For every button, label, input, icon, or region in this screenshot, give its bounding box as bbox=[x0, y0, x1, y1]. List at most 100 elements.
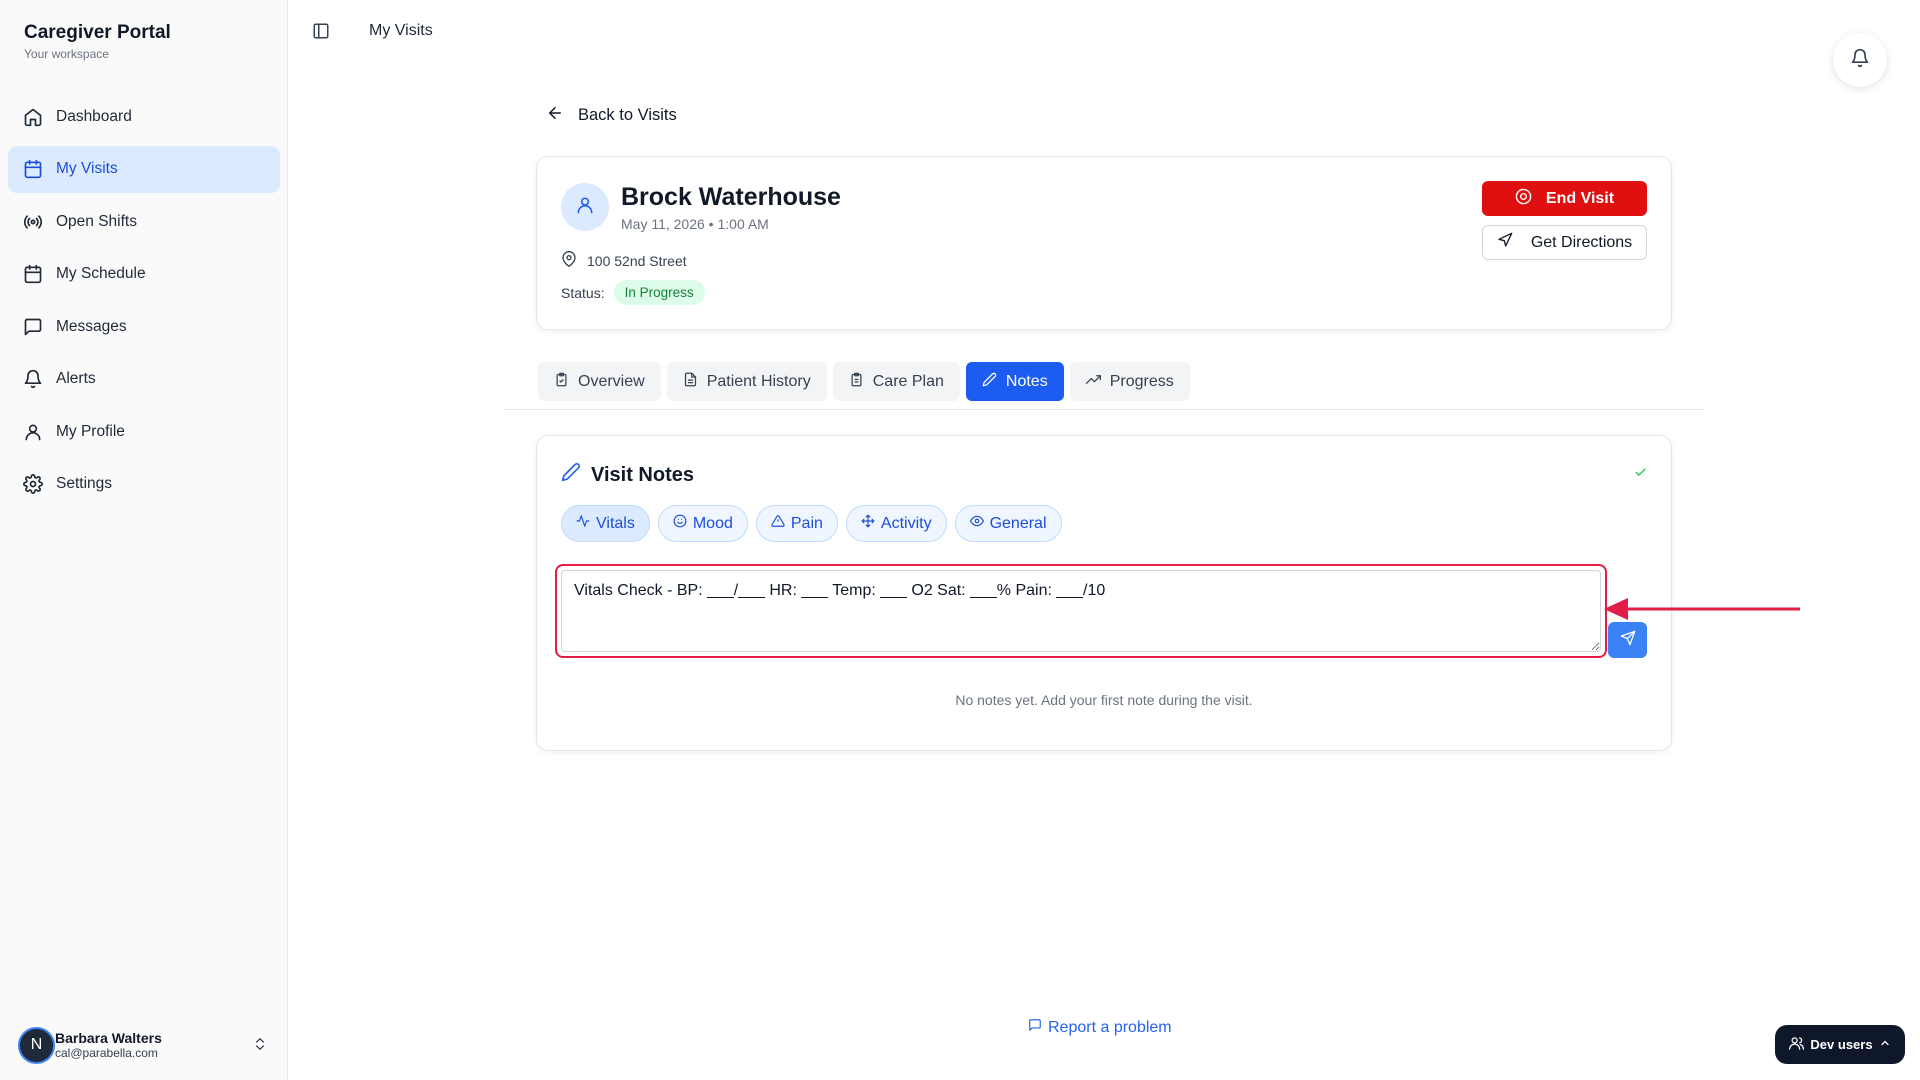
end-visit-label: End Visit bbox=[1545, 189, 1615, 207]
tab-progress[interactable]: Progress bbox=[1069, 362, 1190, 401]
dev-users-label: Dev users bbox=[1810, 1037, 1873, 1052]
status-label: Status: bbox=[561, 284, 605, 301]
send-note-button[interactable] bbox=[1608, 622, 1647, 658]
sidebar-item-settings[interactable]: Settings bbox=[8, 461, 280, 508]
clipboard-list-icon bbox=[849, 372, 873, 392]
user-icon bbox=[22, 421, 44, 443]
trending-up-icon bbox=[1085, 372, 1110, 392]
tab-label: Notes bbox=[1005, 372, 1048, 390]
bell-icon bbox=[22, 368, 44, 390]
visit-tabs-bar: Overview Patient History Care Plan Notes… bbox=[504, 354, 1704, 410]
user-name: Barbara Walters bbox=[55, 1030, 162, 1046]
eye-icon bbox=[969, 514, 990, 533]
sidebar-item-my-schedule[interactable]: My Schedule bbox=[8, 251, 280, 298]
sidebar: Caregiver Portal Your workspace Dashboar… bbox=[0, 0, 288, 1080]
tab-patient-history[interactable]: Patient History bbox=[666, 362, 827, 401]
chevron-up-down-icon bbox=[252, 1035, 268, 1058]
page-title: My Visits bbox=[369, 22, 433, 39]
note-textarea[interactable] bbox=[561, 570, 1601, 652]
pencil-icon bbox=[561, 462, 591, 488]
message-icon bbox=[22, 316, 44, 338]
tab-label: Progress bbox=[1109, 372, 1174, 390]
user-menu[interactable]: N Barbara Walters cal@parabella.com bbox=[18, 1024, 274, 1066]
sidebar-item-label: Alerts bbox=[56, 370, 96, 387]
empty-notes-message: No notes yet. Add your first note during… bbox=[955, 692, 1253, 708]
sidebar-nav: Dashboard My Visits Open Shifts My Sched… bbox=[8, 93, 280, 513]
visit-datetime: May 11, 2026 • 1:00 AM bbox=[621, 216, 769, 232]
dev-users-button[interactable]: Dev users bbox=[1775, 1025, 1905, 1064]
map-pin-icon bbox=[561, 251, 587, 270]
note-template-chips: Vitals Mood Pain Activity General bbox=[561, 505, 1070, 542]
tab-care-plan[interactable]: Care Plan bbox=[832, 362, 960, 401]
sidebar-item-label: Dashboard bbox=[56, 107, 132, 125]
target-icon bbox=[1515, 188, 1546, 210]
chip-label: Pain bbox=[790, 514, 823, 532]
patient-card: Brock Waterhouse May 11, 2026 • 1:00 AM … bbox=[536, 156, 1672, 330]
sidebar-item-messages[interactable]: Messages bbox=[8, 303, 280, 350]
chip-mood[interactable]: Mood bbox=[657, 505, 748, 542]
tab-label: Patient History bbox=[706, 372, 811, 390]
get-directions-label: Get Directions bbox=[1530, 233, 1633, 251]
clipboard-icon bbox=[554, 372, 578, 392]
tab-label: Care Plan bbox=[872, 372, 944, 390]
sidebar-item-my-profile[interactable]: My Profile bbox=[8, 408, 280, 455]
calendar-icon bbox=[22, 263, 44, 285]
user-icon bbox=[575, 195, 595, 220]
pencil-icon bbox=[982, 372, 1006, 392]
home-icon bbox=[22, 106, 44, 128]
chip-vitals[interactable]: Vitals bbox=[561, 505, 650, 542]
sidebar-toggle-icon[interactable] bbox=[312, 22, 330, 45]
chip-pain[interactable]: Pain bbox=[755, 505, 838, 542]
flag-message-icon bbox=[1028, 1018, 1048, 1037]
move-icon bbox=[861, 514, 881, 533]
sidebar-item-open-shifts[interactable]: Open Shifts bbox=[8, 198, 280, 245]
sidebar-item-label: My Visits bbox=[56, 160, 118, 177]
navigation-icon bbox=[1497, 232, 1531, 253]
back-to-visits-link[interactable]: Back to Visits bbox=[546, 104, 677, 127]
brand-title: Caregiver Portal bbox=[24, 22, 171, 43]
visit-tabs: Overview Patient History Care Plan Notes… bbox=[538, 362, 1196, 401]
visit-notes-card: Visit Notes Vitals Mood Pain Activity Ge… bbox=[536, 435, 1672, 751]
sidebar-item-my-visits[interactable]: My Visits bbox=[8, 145, 280, 193]
avatar: N bbox=[18, 1026, 55, 1064]
gear-icon bbox=[22, 473, 44, 495]
users-icon bbox=[1783, 1036, 1810, 1054]
annotation-arrow-icon bbox=[1604, 598, 1800, 620]
sidebar-item-label: My Schedule bbox=[56, 265, 146, 282]
address-text: 100 52nd Street bbox=[587, 252, 687, 269]
activity-pulse-icon bbox=[576, 514, 596, 533]
sidebar-item-label: Settings bbox=[56, 475, 113, 492]
chip-general[interactable]: General bbox=[954, 505, 1062, 542]
smile-icon bbox=[673, 514, 693, 533]
sidebar-item-label: My Profile bbox=[56, 422, 125, 440]
bell-icon bbox=[1850, 48, 1870, 73]
sidebar-item-dashboard[interactable]: Dashboard bbox=[8, 93, 280, 140]
status-badge: In Progress bbox=[613, 280, 705, 305]
tab-label: Overview bbox=[578, 372, 645, 390]
arrow-left-icon bbox=[546, 104, 578, 127]
broadcast-icon bbox=[22, 211, 44, 233]
chip-label: General bbox=[989, 514, 1047, 532]
notifications-button[interactable] bbox=[1833, 33, 1887, 87]
tab-overview[interactable]: Overview bbox=[538, 362, 661, 401]
visit-notes-header: Visit Notes bbox=[561, 462, 694, 488]
visit-notes-title: Visit Notes bbox=[591, 463, 694, 486]
check-icon bbox=[1634, 466, 1647, 484]
chip-activity[interactable]: Activity bbox=[845, 505, 947, 542]
report-label: Report a problem bbox=[1048, 1018, 1172, 1036]
brand-subtitle: Your workspace bbox=[24, 47, 109, 61]
patient-name: Brock Waterhouse bbox=[621, 183, 841, 211]
warning-triangle-icon bbox=[771, 514, 791, 533]
calendar-icon bbox=[22, 158, 44, 180]
report-problem-link[interactable]: Report a problem bbox=[1028, 1018, 1172, 1037]
sidebar-item-alerts[interactable]: Alerts bbox=[8, 356, 280, 403]
back-label: Back to Visits bbox=[578, 106, 677, 124]
sidebar-item-label: Messages bbox=[56, 317, 127, 335]
patient-address: 100 52nd Street bbox=[561, 251, 687, 270]
sidebar-item-label: Open Shifts bbox=[56, 212, 137, 230]
tab-notes[interactable]: Notes bbox=[965, 362, 1064, 401]
chip-label: Vitals bbox=[596, 514, 635, 532]
get-directions-button[interactable]: Get Directions bbox=[1482, 225, 1647, 260]
patient-avatar bbox=[561, 183, 609, 231]
end-visit-button[interactable]: End Visit bbox=[1482, 181, 1647, 216]
